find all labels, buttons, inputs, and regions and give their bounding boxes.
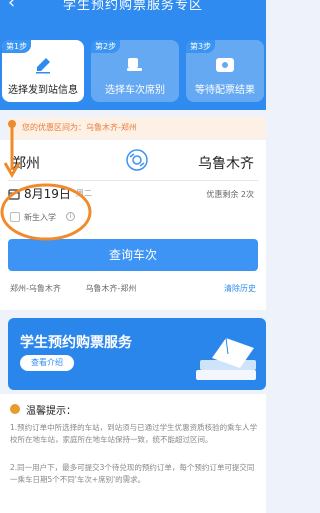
- books-illustration: [196, 337, 256, 380]
- calendar-icon: [8, 189, 20, 200]
- new-student-label: 新生入学: [24, 213, 56, 222]
- info-icon[interactable]: i: [66, 212, 75, 221]
- query-trains-button[interactable]: 查询车次: [8, 239, 258, 271]
- tip-paragraph-1: 1.预约订单中所选择的车站，到站须与已通过学生优惠资质核验的乘车人学校所在地车站…: [10, 423, 258, 444]
- tips-title: 温馨提示：: [26, 406, 76, 417]
- view-intro-button[interactable]: 查看介绍: [20, 355, 74, 371]
- travel-date[interactable]: 8月19日: [24, 185, 71, 202]
- tip-paragraph-2: 2.同一用户下，最多可提交3个待兑现的预约订单，每个预约订单可提交同一乘车日期5…: [10, 463, 255, 484]
- step-1-label: 选择发到站信息: [8, 85, 78, 96]
- ticket-icon: [216, 58, 234, 72]
- tips-section: 温馨提示： 1.预约订单中所选择的车站，到站须与已通过学生优惠资质核验的乘车人学…: [0, 394, 266, 513]
- search-card: 郑州 乌鲁木齐 8月19日 周二 优惠剩余 2次 新生入学 i 查询车次 郑州-…: [0, 140, 266, 310]
- discount-notice: 您的优惠区间为：乌鲁木齐-郑州: [8, 117, 266, 139]
- from-station[interactable]: 郑州: [12, 153, 40, 173]
- notice-text: 您的优惠区间为：乌鲁木齐-郑州: [22, 123, 137, 132]
- divider: [8, 180, 258, 181]
- step-3-card[interactable]: 第3步 等待配票结果: [186, 40, 264, 102]
- discount-remaining: 优惠剩余 2次: [206, 189, 254, 200]
- promo-banner[interactable]: 学生预约购票服务 查看介绍: [8, 318, 266, 390]
- quota-label: 优惠剩余: [206, 190, 239, 199]
- to-station[interactable]: 乌鲁木齐: [198, 153, 254, 173]
- seat-icon: [127, 58, 142, 71]
- step-1-tag: 第1步: [2, 40, 32, 53]
- weekday: 周二: [76, 189, 92, 198]
- history-item[interactable]: 乌鲁木齐-郑州: [85, 284, 136, 293]
- quota-count: 2次: [240, 190, 254, 199]
- new-student-checkbox[interactable]: [10, 212, 20, 222]
- clear-history-link[interactable]: 清除历史: [224, 283, 256, 294]
- pen-icon: [36, 58, 50, 74]
- swap-stations-icon[interactable]: [126, 149, 148, 171]
- step-2-card[interactable]: 第2步 选择车次席别: [91, 40, 179, 102]
- tip-icon: [10, 404, 20, 414]
- step-3-label: 等待配票结果: [195, 85, 255, 96]
- search-history: 郑州-乌鲁木齐 乌鲁木齐-郑州: [10, 283, 158, 294]
- step-1-card[interactable]: 第1步 选择发到站信息: [2, 40, 84, 102]
- history-item[interactable]: 郑州-乌鲁木齐: [10, 284, 61, 293]
- step-3-tag: 第3步: [186, 40, 216, 53]
- step-2-label: 选择车次席别: [105, 85, 165, 96]
- page-title: 学生预约购票服务专区: [62, 0, 203, 13]
- banner-title: 学生预约购票服务: [20, 335, 132, 351]
- step-2-tag: 第2步: [91, 40, 121, 53]
